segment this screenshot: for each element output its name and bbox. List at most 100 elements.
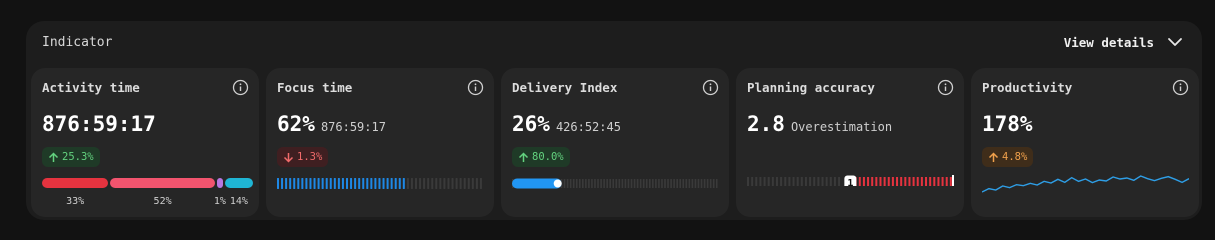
info-icon[interactable]	[937, 79, 954, 96]
breakdown-percent-label: 52%	[153, 196, 172, 207]
focus-time-card[interactable]: Focus time 62% 876:59:17 1.3%	[266, 68, 494, 217]
progress-tick	[378, 178, 381, 189]
scale-tick	[784, 177, 787, 186]
scale-tick	[920, 177, 923, 186]
progress-tick	[691, 179, 694, 188]
progress-tick	[415, 178, 417, 189]
breakdown-segment	[224, 178, 253, 188]
progress-tick	[694, 179, 697, 188]
progress-tick	[459, 178, 462, 189]
progress-tick	[374, 178, 377, 189]
productivity-sparkline	[982, 175, 1189, 193]
scale-tick	[862, 177, 865, 186]
value-row: 26% 426:52:45	[512, 112, 621, 136]
scale-tick	[747, 177, 749, 186]
chevron-down-icon	[1168, 38, 1182, 46]
scale-tick	[825, 177, 828, 186]
progress-tick	[366, 178, 369, 189]
activity-time-card[interactable]: Activity time 876:59:17 25.3% 33% 52% 1% 14…	[31, 68, 259, 217]
progress-tick	[329, 178, 332, 189]
progress-tick	[566, 179, 569, 188]
info-icon[interactable]	[232, 79, 249, 96]
scale-tick	[817, 177, 820, 186]
scale-tick	[912, 177, 915, 186]
progress-tick	[700, 179, 703, 188]
progress-tick	[321, 178, 324, 189]
progress-tick	[301, 178, 304, 189]
progress-tick	[670, 179, 672, 188]
info-icon[interactable]	[467, 79, 484, 96]
scale-tick	[763, 177, 766, 186]
badge-value: 25.3%	[62, 151, 94, 163]
scale-tick	[945, 177, 948, 186]
scale-tick	[838, 177, 841, 186]
progress-tick	[382, 178, 385, 189]
arrow-up-icon	[48, 151, 59, 162]
scale-tick	[792, 177, 795, 186]
card-title: Focus time	[277, 80, 353, 95]
delivery-subvalue: 426:52:45	[555, 120, 621, 134]
progress-tick	[715, 179, 718, 188]
scale-tick	[813, 177, 816, 186]
progress-tick	[398, 178, 401, 189]
scale-tick	[867, 177, 870, 186]
info-icon[interactable]	[1172, 79, 1189, 96]
progress-tick	[325, 178, 328, 189]
progress-tick	[333, 178, 336, 189]
progress-tick	[427, 178, 430, 189]
scale-tick	[891, 177, 894, 186]
scale-tick	[800, 177, 803, 186]
breakdown-percent-label: 14%	[229, 196, 248, 207]
progress-tick	[467, 178, 470, 189]
scale-tick	[933, 177, 936, 186]
card-title: Productivity	[982, 80, 1073, 95]
progress-tick	[305, 178, 308, 189]
progress-tick	[297, 178, 300, 189]
progress-tick	[431, 178, 434, 189]
progress-tick	[309, 178, 312, 189]
progress-tick	[594, 179, 596, 188]
scale-tick	[796, 177, 799, 186]
breakdown-segment	[42, 178, 109, 188]
arrow-up-icon	[988, 151, 999, 162]
scale-tick	[916, 177, 919, 186]
scale-tick	[767, 177, 770, 186]
view-details-button[interactable]: View details	[1064, 33, 1184, 51]
progress-tick	[406, 178, 409, 189]
productivity-card[interactable]: Productivity 178% 4.8%	[971, 68, 1199, 217]
scale-tick	[858, 177, 861, 186]
planning-accuracy-scale: 1	[747, 175, 954, 186]
planning-subvalue: Overestimation	[790, 120, 893, 134]
progress-tick	[639, 179, 642, 188]
badge-value: 1.3%	[297, 151, 323, 163]
progress-tick	[627, 179, 630, 188]
progress-tick	[281, 178, 284, 189]
focus-progress-bar	[277, 178, 482, 189]
progress-tick	[630, 179, 633, 188]
scale-tick	[937, 177, 940, 186]
info-icon[interactable]	[702, 79, 719, 96]
progress-tick	[697, 179, 700, 188]
progress-tick	[277, 178, 279, 189]
scale-tick	[829, 177, 832, 186]
productivity-value: 178%	[982, 112, 1033, 136]
progress-tick	[685, 179, 688, 188]
scale-tick	[929, 177, 932, 186]
scale-tick	[788, 177, 791, 186]
progress-tick	[588, 179, 590, 188]
progress-tick	[667, 179, 669, 188]
progress-tick	[435, 178, 438, 189]
breakdown-segment	[110, 178, 215, 188]
planning-accuracy-card[interactable]: Planning accuracy 2.8 Overestimation 1	[736, 68, 964, 217]
card-title: Activity time	[42, 80, 140, 95]
progress-tick	[475, 178, 478, 189]
progress-tick	[346, 178, 348, 189]
progress-tick	[658, 179, 660, 188]
scale-tick	[833, 177, 836, 186]
progress-tick	[636, 179, 639, 188]
focus-value: 62%	[277, 112, 315, 136]
scale-end-marker	[952, 175, 954, 186]
delivery-index-card[interactable]: Delivery Index 26% 426:52:45 80.0%	[501, 68, 729, 217]
value-row: 876:59:17	[42, 112, 156, 136]
progress-tick	[600, 179, 602, 188]
